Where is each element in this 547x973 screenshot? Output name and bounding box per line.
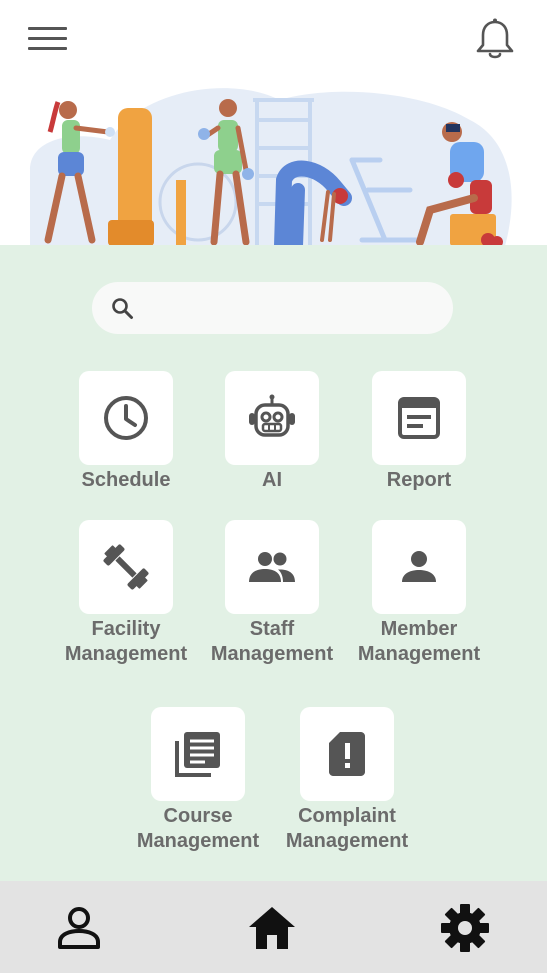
- complaint-sim-icon: [329, 732, 365, 776]
- person-icon: [402, 551, 436, 582]
- bottom-navigation: [0, 881, 547, 973]
- ai-tile-box[interactable]: [225, 371, 319, 465]
- home-icon: [249, 907, 295, 949]
- person-outline-icon: [58, 907, 100, 949]
- gear-icon: [441, 904, 489, 952]
- search-input[interactable]: [148, 292, 438, 324]
- robot-icon: [249, 394, 295, 437]
- dumbbell-icon: [103, 544, 149, 590]
- tile-label: Complaint Management: [285, 805, 409, 852]
- report-tile-box[interactable]: [372, 371, 466, 465]
- top-bar: [0, 0, 547, 80]
- tile-label: Course Management: [136, 805, 260, 852]
- schedule-tile-box[interactable]: [79, 371, 173, 465]
- search-bar[interactable]: [92, 282, 453, 334]
- home-nav-button[interactable]: [247, 903, 297, 953]
- complaint-management-tile-box[interactable]: [300, 707, 394, 801]
- staff-management-tile-box[interactable]: [225, 520, 319, 614]
- clock-icon: [104, 396, 148, 440]
- tile-label: Schedule: [81, 469, 171, 491]
- member-management-tile-box[interactable]: [372, 520, 466, 614]
- tile-label: Report: [386, 469, 452, 491]
- bell-icon[interactable]: [472, 16, 518, 62]
- library-books-icon: [175, 732, 220, 777]
- hamburger-menu-icon[interactable]: [28, 24, 68, 54]
- profile-nav-button[interactable]: [54, 903, 104, 953]
- facility-management-tile-box[interactable]: [79, 520, 173, 614]
- tile-label: AI: [262, 469, 282, 491]
- course-management-tile-box[interactable]: [151, 707, 245, 801]
- people-icon: [249, 552, 295, 582]
- hero-fitness-illustration: [0, 80, 547, 246]
- tile-label: Staff Management: [210, 618, 334, 665]
- main-panel: Schedule AI Report Facility Management S…: [0, 245, 547, 881]
- tile-label: Facility Management: [64, 618, 188, 665]
- report-icon: [398, 397, 440, 439]
- tile-label: Member Management: [357, 618, 481, 665]
- settings-nav-button[interactable]: [440, 903, 490, 953]
- search-icon: [112, 298, 133, 319]
